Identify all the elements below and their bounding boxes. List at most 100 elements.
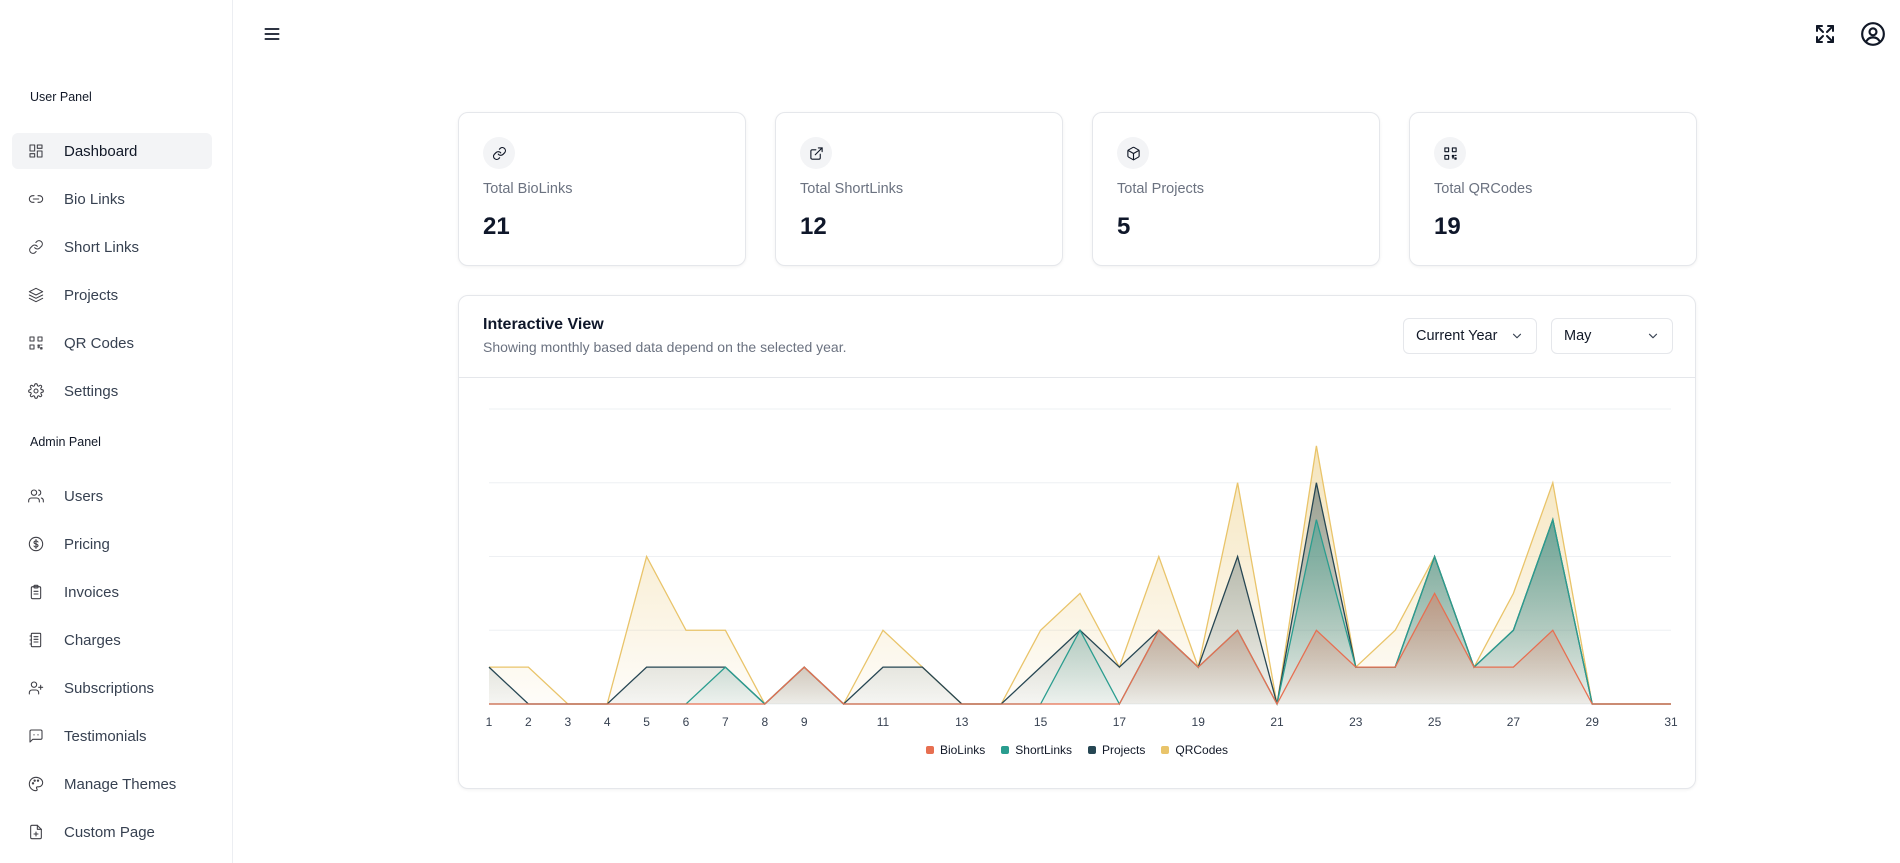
sidebar-item-users[interactable]: Users — [12, 478, 212, 514]
sidebar-item-label: Custom Page — [64, 823, 155, 841]
x-tick-label: 2 — [525, 715, 532, 729]
sidebar-item-label: Users — [64, 487, 104, 505]
legend-item-biolinks[interactable]: BioLinks — [925, 743, 986, 757]
chevron-down-icon — [1648, 333, 1658, 339]
x-tick-label: 9 — [801, 715, 808, 729]
sidebar-item-subscriptions[interactable]: Subscriptions — [12, 670, 212, 706]
sidebar-item-dashboard[interactable]: Dashboard — [12, 133, 212, 169]
x-tick-label: 15 — [1034, 715, 1048, 729]
month-select[interactable]: May — [1551, 318, 1673, 354]
profile-button[interactable] — [1860, 21, 1886, 47]
x-tick-label: 13 — [955, 715, 969, 729]
year-select[interactable]: Current Year — [1403, 318, 1537, 354]
link-icon — [28, 191, 44, 207]
qr-code-icon — [28, 335, 44, 351]
stat-value: 12 — [800, 213, 827, 240]
hamburger-menu-icon — [264, 28, 280, 40]
x-tick-label: 6 — [683, 715, 690, 729]
file-plus-icon — [28, 824, 44, 840]
receipt-icon — [28, 632, 44, 648]
user-circle-icon — [1861, 22, 1885, 46]
sidebar-item-label: Bio Links — [64, 190, 125, 208]
area-chart: 1 2 3 4 5 6 7 8 9 11 13 15 17 19 21 23 25 27 29 31 — [486, 408, 1678, 729]
chain-link-icon — [28, 239, 44, 255]
sidebar-item-label: Manage Themes — [64, 775, 177, 793]
stat-value: 19 — [1434, 213, 1461, 240]
month-select-value: May — [1564, 328, 1592, 344]
legend-label: BioLinks — [939, 743, 986, 757]
sidebar-item-label: Subscriptions — [64, 679, 155, 697]
x-tick-label: 19 — [1192, 715, 1206, 729]
gear-icon — [28, 383, 44, 399]
qr-code-icon — [1434, 137, 1466, 169]
dollar-circle-icon — [28, 536, 44, 552]
sidebar-item-label: Testimonials — [64, 727, 147, 745]
stat-title: Total BioLinks — [483, 181, 573, 197]
user-plus-icon — [28, 680, 44, 696]
x-tick-label: 23 — [1349, 715, 1363, 729]
x-tick-label: 5 — [643, 715, 650, 729]
sidebar-item-invoices[interactable]: Invoices — [12, 574, 212, 610]
interactive-view-panel: Interactive View Showing monthly based d… — [458, 295, 1696, 789]
sidebar-item-label: Short Links — [64, 238, 140, 256]
dashboard-icon — [28, 143, 44, 159]
sidebar-item-custom-page[interactable]: Custom Page — [12, 814, 212, 850]
x-tick-label: 29 — [1586, 715, 1600, 729]
x-tick-label: 8 — [761, 715, 768, 729]
admin-panel-label: Admin Panel — [30, 435, 101, 449]
sidebar-item-manage-themes[interactable]: Manage Themes — [12, 766, 212, 802]
sidebar: User Panel Dashboard Bio Links Short Lin… — [0, 0, 233, 863]
chevron-down-icon — [1512, 333, 1522, 339]
box-icon — [1117, 137, 1149, 169]
sidebar-item-bio-links[interactable]: Bio Links — [12, 181, 212, 217]
legend-swatch — [1088, 746, 1096, 754]
x-tick-label: 25 — [1428, 715, 1442, 729]
stat-card-qrcodes: Total QRCodes 19 — [1409, 112, 1697, 266]
year-select-value: Current Year — [1416, 328, 1498, 344]
sidebar-item-pricing[interactable]: Pricing — [12, 526, 212, 562]
legend-label: ShortLinks — [1015, 743, 1072, 757]
x-tick-label: 1 — [486, 715, 493, 729]
sidebar-item-projects[interactable]: Projects — [12, 277, 212, 313]
sidebar-item-short-links[interactable]: Short Links — [12, 229, 212, 265]
x-axis-ticks: 1 2 3 4 5 6 7 8 9 11 13 15 17 19 21 23 25 27 29 31 — [486, 715, 1678, 729]
stat-card-shortlinks: Total ShortLinks 12 — [775, 112, 1063, 266]
sidebar-item-label: Invoices — [64, 583, 120, 601]
stat-value: 5 — [1117, 213, 1131, 240]
panel-subtitle: Showing monthly based data depend on the… — [483, 339, 847, 355]
x-tick-label: 17 — [1113, 715, 1127, 729]
stat-title: Total QRCodes — [1434, 181, 1533, 197]
menu-toggle-button[interactable] — [262, 24, 282, 44]
sidebar-item-testimonials[interactable]: Testimonials — [12, 718, 212, 754]
legend-label: Projects — [1102, 743, 1146, 757]
sidebar-item-settings[interactable]: Settings — [12, 373, 212, 409]
x-tick-label: 27 — [1507, 715, 1521, 729]
x-tick-label: 31 — [1664, 715, 1678, 729]
sidebar-item-charges[interactable]: Charges — [12, 622, 212, 658]
sidebar-item-label: QR Codes — [64, 334, 135, 352]
link-icon — [483, 137, 515, 169]
users-icon — [28, 488, 44, 504]
stat-title: Total Projects — [1117, 181, 1205, 197]
chart-legend: BioLinks ShortLinks Projects QRCodes — [459, 743, 1695, 757]
panel-title: Interactive View — [483, 316, 604, 333]
sidebar-item-label: Settings — [64, 382, 119, 400]
legend-swatch — [925, 746, 934, 754]
sidebar-item-qr-codes[interactable]: QR Codes — [12, 325, 212, 361]
legend-label: QRCodes — [1175, 743, 1229, 757]
sidebar-item-label: Dashboard — [64, 142, 138, 160]
x-tick-label: 21 — [1270, 715, 1284, 729]
stat-card-biolinks: Total BioLinks 21 — [458, 112, 746, 266]
x-tick-label: 7 — [722, 715, 729, 729]
stat-title: Total ShortLinks — [800, 181, 904, 197]
legend-item-projects[interactable]: Projects — [1088, 743, 1145, 757]
x-tick-label: 4 — [604, 715, 611, 729]
fullscreen-icon — [1816, 25, 1834, 43]
fullscreen-button[interactable] — [1813, 22, 1837, 46]
x-tick-label: 3 — [564, 715, 571, 729]
palette-icon — [28, 776, 44, 792]
legend-item-shortlinks[interactable]: ShortLinks — [1001, 743, 1072, 757]
external-link-icon — [800, 137, 832, 169]
legend-item-qrcodes[interactable]: QRCodes — [1161, 743, 1228, 757]
message-square-icon — [28, 728, 44, 744]
